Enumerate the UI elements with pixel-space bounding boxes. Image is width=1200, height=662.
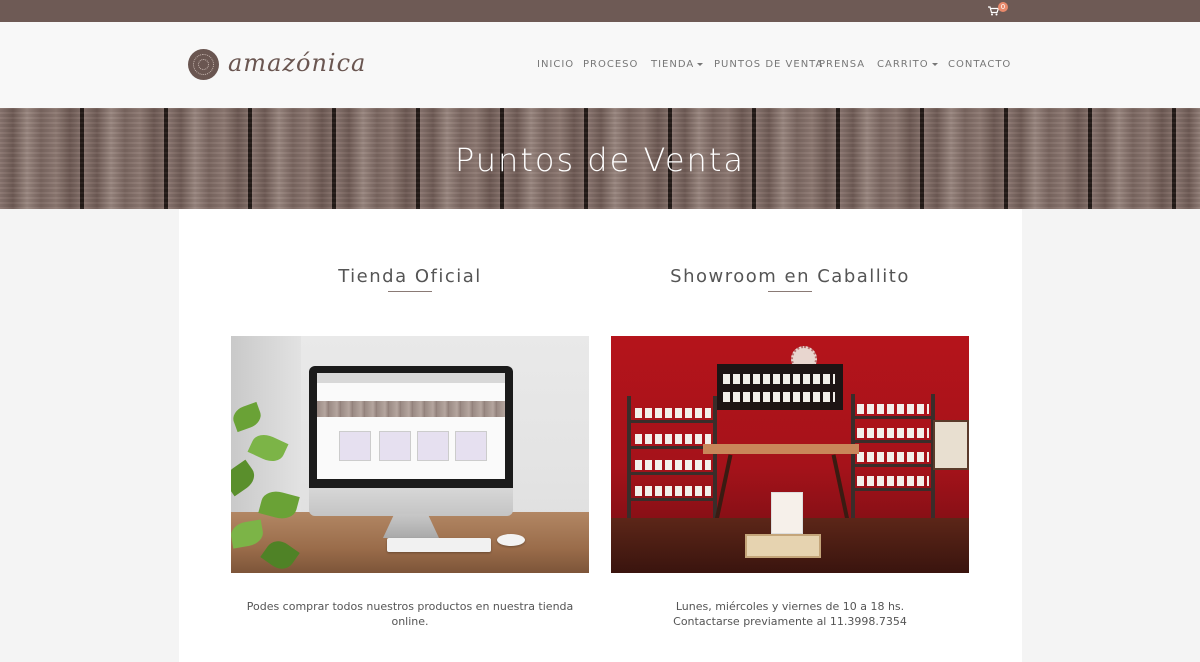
nav-carrito[interactable]: CARRITO xyxy=(877,59,938,70)
photo-mouse xyxy=(497,534,525,546)
site-logo[interactable]: amazónica xyxy=(188,49,365,83)
nav-label: PUNTOS DE VENTA xyxy=(714,59,824,70)
logo-text: amazónica xyxy=(228,49,367,77)
page-title: Puntos de Venta xyxy=(455,141,745,179)
section-title-showroom: Showroom en Caballito xyxy=(670,266,910,287)
screen-bar xyxy=(317,373,505,383)
site-header: amazónica INICIO PROCESO TIENDA PUNTOS D… xyxy=(0,22,1200,108)
photo-monitor-chin xyxy=(309,488,513,516)
cart-count-badge: 0 xyxy=(998,2,1008,12)
nav-inicio[interactable]: INICIO xyxy=(537,59,574,70)
section-title-tienda-oficial: Tienda Oficial xyxy=(338,266,482,287)
caption-line: Lunes, miércoles y viernes de 10 a 18 hs… xyxy=(675,600,905,613)
top-bar: 0 xyxy=(0,0,1200,22)
tienda-oficial-photo xyxy=(231,336,589,573)
caption-line: Contactarse previamente al 11.3998.7354 xyxy=(673,615,907,628)
screen-thumb xyxy=(417,431,449,461)
photo-plant xyxy=(231,396,311,573)
hero-banner: Puntos de Venta xyxy=(0,108,1200,209)
nav-label: CONTACTO xyxy=(948,59,1012,70)
photo-keyboard xyxy=(387,538,491,552)
nav-puntos-de-venta[interactable]: PUNTOS DE VENTA xyxy=(714,59,823,70)
screen-banner xyxy=(317,401,505,417)
showroom-caption: Lunes, miércoles y viernes de 10 a 18 hs… xyxy=(611,599,969,629)
photo-board xyxy=(933,420,969,470)
photo-tray xyxy=(745,534,821,558)
photo-poster xyxy=(771,492,803,534)
nav-label: PROCESO xyxy=(583,59,639,70)
screen-thumb xyxy=(379,431,411,461)
nav-contacto[interactable]: CONTACTO xyxy=(948,59,1011,70)
photo-wall-shelf xyxy=(717,364,843,410)
nav-label: TIENDA xyxy=(651,59,695,70)
screen-thumb xyxy=(455,431,487,461)
photo-table xyxy=(703,444,859,454)
logo-wood-ring-icon xyxy=(188,49,219,80)
caret-down-icon xyxy=(931,62,938,66)
photo-screen xyxy=(317,373,505,479)
nav-label: CARRITO xyxy=(877,59,929,70)
nav-label: PRENSA xyxy=(819,59,866,70)
title-underline xyxy=(388,291,432,292)
title-underline xyxy=(768,291,812,292)
main-content: Tienda Oficial Podes comprar todos nuest… xyxy=(179,209,1022,662)
tienda-oficial-caption: Podes comprar todos nuestros productos e… xyxy=(231,599,589,629)
nav-proceso[interactable]: PROCESO xyxy=(583,59,638,70)
showroom-photo xyxy=(611,336,969,573)
caret-down-icon xyxy=(697,62,704,66)
caption-line: Podes comprar todos nuestros productos e… xyxy=(246,600,574,628)
nav-label: INICIO xyxy=(537,59,575,70)
screen-thumb xyxy=(339,431,371,461)
nav-tienda[interactable]: TIENDA xyxy=(651,59,704,70)
nav-prensa[interactable]: PRENSA xyxy=(819,59,865,70)
